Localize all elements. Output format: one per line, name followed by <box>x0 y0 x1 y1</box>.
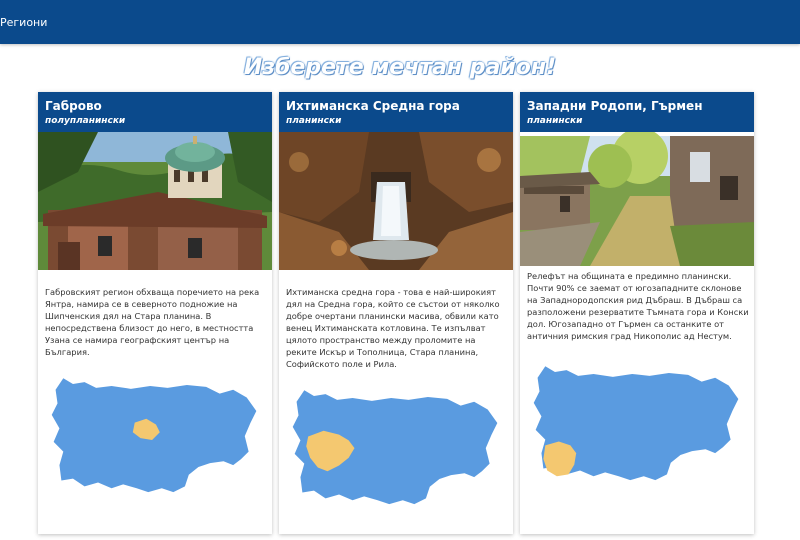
card-subtitle: полупланински <box>45 116 126 126</box>
card-subtitle: планински <box>527 116 583 126</box>
card-title: Габрово <box>45 99 102 113</box>
village-street-photo <box>520 132 754 266</box>
card-title: Западни Родопи, Гърмен <box>527 99 703 113</box>
bulgaria-map-ihtiman[interactable] <box>285 382 507 522</box>
card-description: Релефът на общината е предимно планински… <box>527 271 749 341</box>
monastery-church-photo <box>38 132 272 270</box>
card-subtitle: планински <box>286 116 342 126</box>
region-card-ihtiman[interactable]: Ихтиманска Средна гора планински Ихтиман… <box>279 92 513 534</box>
region-card-gabrovo[interactable]: Габрово полупланински Габровският регион… <box>38 92 272 534</box>
nav-regions-link[interactable]: Региони <box>0 16 47 29</box>
region-card-garmen[interactable]: Западни Родопи, Гърмен планински Релефът… <box>520 92 754 534</box>
card-description: Ихтиманска средна гора - това е най-широ… <box>286 287 500 369</box>
bulgaria-map-garmen[interactable] <box>526 358 748 498</box>
card-title: Ихтиманска Средна гора <box>286 99 460 113</box>
card-header: Западни Родопи, Гърмен планински <box>520 92 754 132</box>
card-description: Габровският регион обхваща поречието на … <box>45 287 260 357</box>
waterfall-forest-photo <box>279 132 513 270</box>
page-heading: Изберете мечтан район! <box>243 55 557 80</box>
bulgaria-map-gabrovo[interactable] <box>44 370 266 510</box>
card-header: Габрово полупланински <box>38 92 272 132</box>
top-navbar: Региони <box>0 0 800 44</box>
card-header: Ихтиманска Средна гора планински <box>279 92 513 132</box>
